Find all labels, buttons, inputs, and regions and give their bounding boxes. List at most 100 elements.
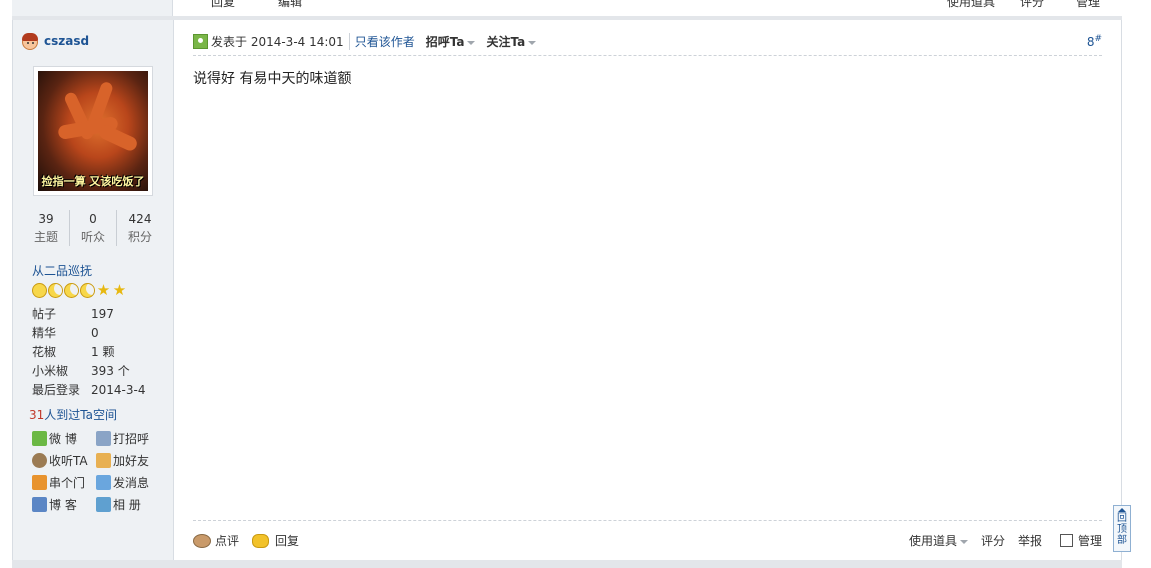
- post-separator-bottom: [12, 560, 1122, 568]
- stat-topics-label: 主题: [33, 230, 58, 244]
- home-icon: [32, 474, 47, 490]
- author-info: 帖子 197 精华 0 花椒 1 颗 小米椒 393 个 最后登录 2014-3…: [32, 305, 162, 400]
- online-status-icon: [193, 34, 208, 49]
- info-value: 197: [91, 307, 114, 321]
- to-top-char: 回: [1117, 513, 1127, 524]
- previous-post-footer: 回复 编辑 使用道具 评分 管理: [12, 0, 1122, 16]
- stat-listeners-label: 听众: [80, 230, 105, 244]
- post-timestamp: 发表于 2014-3-4 14:01: [211, 35, 344, 49]
- stat-listeners[interactable]: 0 听众: [70, 210, 117, 246]
- listen-icon: [32, 452, 47, 468]
- info-row-last-login: 最后登录 2014-3-4: [32, 381, 162, 400]
- manage-label: 管理: [1077, 534, 1102, 548]
- reply-label: 回复: [275, 534, 300, 548]
- visitor-count: 31: [29, 408, 45, 422]
- manage-checkbox[interactable]: [1059, 534, 1073, 547]
- info-key: 花椒: [32, 345, 57, 359]
- prev-edit-link[interactable]: 编辑: [278, 0, 302, 10]
- star-icon: ★: [112, 281, 127, 299]
- info-row-digest: 精华 0: [32, 324, 162, 343]
- comment-button[interactable]: 点评: [193, 532, 239, 549]
- album-button[interactable]: 相 册: [96, 495, 160, 513]
- chevron-down-icon: [528, 40, 537, 45]
- author-stats: 39 主题 0 听众 424 积分: [23, 210, 163, 246]
- back-to-top-button[interactable]: 回 顶 部: [1113, 505, 1131, 552]
- floor-number[interactable]: 8#: [1087, 34, 1102, 49]
- envelope-icon: [96, 474, 111, 490]
- sun-icon: [32, 283, 47, 298]
- prev-rate-link[interactable]: 评分: [1020, 0, 1044, 10]
- avatar[interactable]: 捡指一算 又该吃饭了: [38, 71, 148, 191]
- blog-button[interactable]: 博 客: [32, 495, 96, 513]
- info-value: 393 个: [91, 364, 130, 378]
- arrow-up-icon: [1118, 508, 1126, 512]
- stat-topics-count[interactable]: 39: [23, 210, 69, 228]
- chevron-down-icon: [467, 40, 476, 45]
- listen-button[interactable]: 收听TA: [32, 451, 96, 469]
- info-value: 0: [91, 326, 99, 340]
- album-icon: [96, 496, 111, 512]
- post-message: 说得好 有易中天的味道额: [193, 71, 352, 87]
- post-content-column: 发表于 2014-3-4 14:01 只看该作者 招呼Ta 关注Ta 8# 说得…: [174, 20, 1121, 560]
- weibo-icon: [32, 430, 47, 446]
- author-name[interactable]: cszasd: [44, 34, 89, 48]
- stat-points-count[interactable]: 424: [117, 210, 163, 228]
- greet-dropdown[interactable]: 招呼Ta: [426, 33, 476, 50]
- greet-label: 招呼Ta: [425, 35, 465, 49]
- weibo-label: 微 博: [49, 431, 77, 446]
- to-top-char: 部: [1117, 535, 1127, 546]
- only-author-link[interactable]: 只看该作者: [348, 33, 415, 50]
- info-row-posts: 帖子 197: [32, 305, 162, 324]
- stat-topics[interactable]: 39 主题: [23, 210, 70, 246]
- info-key: 最后登录: [32, 383, 81, 397]
- prev-manage-label[interactable]: 管理: [1076, 0, 1100, 10]
- user-group[interactable]: 从二品巡抚: [32, 262, 92, 279]
- avatar-frame[interactable]: 捡指一算 又该吃饭了: [33, 66, 153, 196]
- follow-dropdown[interactable]: 关注Ta: [486, 33, 537, 50]
- add-friend-button[interactable]: 加好友: [96, 451, 160, 469]
- info-key: 帖子: [32, 307, 57, 321]
- album-label: 相 册: [113, 497, 141, 512]
- author-header: cszasd: [19, 30, 89, 52]
- stat-listeners-count[interactable]: 0: [70, 210, 116, 228]
- star-icon: ★: [96, 281, 111, 299]
- weibo-button[interactable]: 微 博: [32, 429, 96, 447]
- post-footer-right: 使用道具 评分 举报 管理: [896, 532, 1102, 549]
- page-right-margin: [1136, 0, 1151, 568]
- post-header: 发表于 2014-3-4 14:01 只看该作者 招呼Ta 关注Ta 8#: [193, 28, 1102, 56]
- moon-icon: [64, 283, 79, 298]
- comment-label: 点评: [215, 534, 240, 548]
- handshake-icon: [96, 452, 111, 468]
- post-block: cszasd 捡指一算 又该吃饭了 39 主题 0 听众 424 积分 从二品巡…: [12, 20, 1122, 560]
- prev-reply-link[interactable]: 回复: [211, 0, 235, 10]
- prev-tools-link[interactable]: 使用道具: [947, 0, 995, 10]
- tools-dropdown[interactable]: 使用道具: [909, 532, 968, 549]
- to-top-char: 顶: [1117, 524, 1127, 535]
- info-key: 精华: [32, 326, 57, 340]
- visit-button[interactable]: 串个门: [32, 473, 96, 491]
- author-column: cszasd 捡指一算 又该吃饭了 39 主题 0 听众 424 积分 从二品巡…: [13, 20, 174, 560]
- rate-link[interactable]: 评分: [981, 532, 1005, 549]
- info-value: 2014-3-4: [91, 383, 146, 397]
- send-message-button[interactable]: 发消息: [96, 473, 160, 491]
- tools-label: 使用道具: [908, 534, 957, 548]
- info-key: 小米椒: [32, 364, 69, 378]
- space-visitors[interactable]: 31人到过Ta空间: [29, 406, 117, 423]
- send-message-label: 发消息: [113, 475, 150, 490]
- previous-post-actions: 回复 编辑 使用道具 评分 管理: [173, 0, 1122, 16]
- moon-icon: [80, 283, 95, 298]
- visitor-text: 人到过Ta空间: [44, 408, 117, 422]
- blog-label: 博 客: [49, 497, 77, 512]
- reply-button[interactable]: 回复: [252, 532, 299, 549]
- info-value: 1 颗: [91, 345, 115, 359]
- add-friend-label: 加好友: [113, 453, 150, 468]
- report-link[interactable]: 举报: [1018, 532, 1042, 549]
- visit-label: 串个门: [49, 475, 86, 490]
- stat-points[interactable]: 424 积分: [117, 210, 163, 246]
- info-row-millet-pepper: 小米椒 393 个: [32, 362, 162, 381]
- follow-label: 关注Ta: [486, 35, 526, 49]
- avatar-caption: 捡指一算 又该吃饭了: [41, 175, 145, 188]
- say-hello-button[interactable]: 打招呼: [96, 429, 160, 447]
- rank-stars: ★ ★: [32, 283, 127, 298]
- comment-icon: [193, 533, 211, 548]
